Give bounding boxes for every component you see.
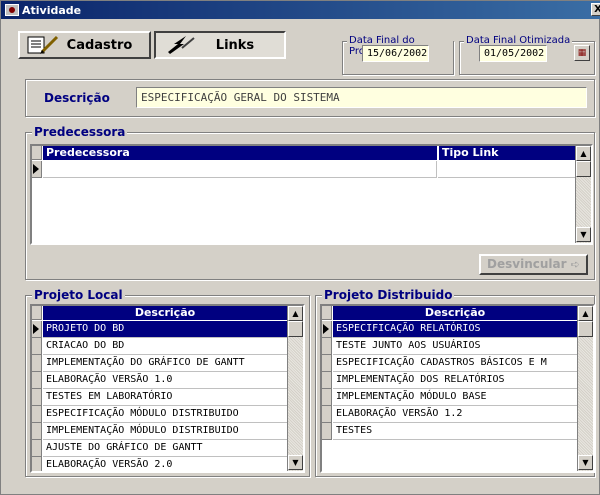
predecessora-grid[interactable]: Predecessora Tipo Link ▲ ▼ xyxy=(30,144,593,245)
projeto-distribuido-title: Projeto Distribuido xyxy=(322,288,455,302)
row-selector[interactable] xyxy=(32,321,42,338)
tab-cadastro-label: Cadastro xyxy=(66,37,133,53)
column-header-descricao[interactable]: Descrição xyxy=(43,306,287,320)
close-button[interactable]: X xyxy=(591,3,600,16)
list-item[interactable]: IMPLEMENTAÇÃO MÓDULO DISTRIBUIDO xyxy=(43,423,287,440)
data-final-otimizada-field[interactable]: 01/05/2002 xyxy=(479,45,547,62)
title-bar[interactable]: Atividade X xyxy=(1,1,600,19)
projeto-distribuido-grid[interactable]: Descrição ESPECIFICAÇÃO RELATÓRIOS TESTE … xyxy=(320,304,595,473)
column-header-predecessora[interactable]: Predecessora xyxy=(43,146,437,160)
tab-links[interactable]: Links xyxy=(154,31,286,59)
grid-corner xyxy=(32,146,42,160)
row-selector[interactable] xyxy=(32,355,42,372)
data-final-projeto-field[interactable]: 15/06/2002 xyxy=(362,45,429,62)
scroll-up-icon[interactable]: ▲ xyxy=(576,146,591,161)
list-item[interactable]: ELABORAÇÃO VERSÃO 1.0 xyxy=(43,372,287,389)
row-selector[interactable] xyxy=(322,355,332,372)
list-item[interactable]: ELABORAÇÃO VERSÃO 1.2 xyxy=(333,406,577,423)
scroll-down-icon[interactable]: ▼ xyxy=(578,455,593,470)
column-header-descricao[interactable]: Descrição xyxy=(333,306,577,320)
row-selector[interactable] xyxy=(322,321,332,338)
row-selector[interactable] xyxy=(322,406,332,423)
scroll-thumb[interactable] xyxy=(578,321,593,337)
current-row-arrow-icon xyxy=(323,324,329,334)
app-icon xyxy=(5,4,19,16)
desvincular-label: Desvincular xyxy=(487,257,567,271)
column-header-tipo-link[interactable]: Tipo Link xyxy=(438,146,577,160)
scroll-thumb[interactable] xyxy=(576,161,591,177)
list-item[interactable]: TESTE JUNTO AOS USUÁRIOS xyxy=(333,338,577,355)
predecessora-scrollbar[interactable]: ▲ ▼ xyxy=(575,146,591,243)
unlink-arrow-icon: ➪ xyxy=(570,258,580,271)
calendar-icon[interactable]: ▦ xyxy=(574,45,590,61)
window-title: Atividade xyxy=(22,3,82,17)
list-item[interactable]: ESPECIFICAÇÃO CADASTROS BÁSICOS E M xyxy=(333,355,577,372)
scroll-down-icon[interactable]: ▼ xyxy=(576,227,591,242)
row-selector[interactable] xyxy=(322,338,332,355)
scroll-down-icon[interactable]: ▼ xyxy=(288,455,303,470)
list-item[interactable]: AJUSTE DO GRÁFICO DE GANTT xyxy=(43,440,287,457)
list-item[interactable]: ELABORAÇÃO VERSÃO 2.0 xyxy=(43,457,287,471)
row-selector[interactable] xyxy=(32,161,42,178)
row-selector[interactable] xyxy=(32,389,42,406)
predecessora-title: Predecessora xyxy=(32,125,128,139)
row-selector[interactable] xyxy=(32,457,42,471)
projeto-local-scrollbar[interactable]: ▲ ▼ xyxy=(287,306,303,471)
current-row-arrow-icon xyxy=(33,164,39,174)
current-row-arrow-icon xyxy=(33,324,39,334)
list-item[interactable]: IMPLEMENTAÇÃO DOS RELATÓRIOS xyxy=(333,372,577,389)
scroll-up-icon[interactable]: ▲ xyxy=(288,306,303,321)
scroll-up-icon[interactable]: ▲ xyxy=(578,306,593,321)
desvincular-button[interactable]: Desvincular ➪ xyxy=(479,254,588,275)
row-selector[interactable] xyxy=(32,406,42,423)
tab-cadastro[interactable]: Cadastro xyxy=(18,31,151,59)
table-cell[interactable] xyxy=(43,161,437,178)
list-item[interactable]: CRIACAO DO BD xyxy=(43,338,287,355)
list-item[interactable]: IMPLEMENTAÇÃO MÓDULO BASE xyxy=(333,389,577,406)
projeto-local-title: Projeto Local xyxy=(32,288,125,302)
row-selector[interactable] xyxy=(32,440,42,457)
list-item[interactable]: PROJETO DO BD xyxy=(43,321,287,338)
row-selector[interactable] xyxy=(322,372,332,389)
descricao-field[interactable]: ESPECIFICAÇÃO GERAL DO SISTEMA xyxy=(136,87,587,108)
row-selector[interactable] xyxy=(32,423,42,440)
list-item[interactable]: ESPECIFICAÇÃO RELATÓRIOS xyxy=(333,321,577,338)
scroll-thumb[interactable] xyxy=(288,321,303,337)
descricao-label: Descrição xyxy=(44,91,110,105)
list-item[interactable]: ESPECIFICAÇÃO MÓDULO DISTRIBUIDO xyxy=(43,406,287,423)
row-selector[interactable] xyxy=(322,423,332,440)
row-selector[interactable] xyxy=(322,389,332,406)
row-selector[interactable] xyxy=(32,372,42,389)
row-selector[interactable] xyxy=(32,338,42,355)
atividade-window: Atividade X Cadastro Links Data Final do… xyxy=(0,0,600,495)
list-item[interactable]: IMPLEMENTAÇÃO DO GRÁFICO DE GANTT xyxy=(43,355,287,372)
projeto-distribuido-scrollbar[interactable]: ▲ ▼ xyxy=(577,306,593,471)
grid-corner xyxy=(32,306,42,320)
tab-links-label: Links xyxy=(215,37,255,53)
grid-corner xyxy=(322,306,332,320)
projeto-local-grid[interactable]: Descrição PROJETO DO BD CRIACAO DO BD IMPL… xyxy=(30,304,305,473)
table-cell[interactable] xyxy=(438,161,577,178)
list-item[interactable]: TESTES xyxy=(333,423,577,440)
list-item[interactable]: TESTES EM LABORATÓRIO xyxy=(43,389,287,406)
